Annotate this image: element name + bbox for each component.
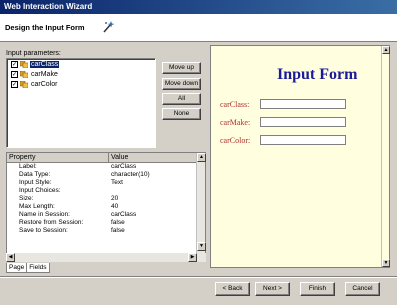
property-name: Size: (19, 195, 34, 202)
parameter-icon (20, 81, 28, 88)
select-none-button[interactable]: None (162, 108, 201, 120)
scroll-right-arrow-icon[interactable]: ▶ (188, 253, 197, 262)
preview-field-row: carMake: (220, 116, 346, 128)
table-row[interactable]: Save to Session: false (7, 227, 205, 235)
property-value[interactable]: carClass (109, 211, 197, 219)
property-value[interactable]: character(10) (109, 171, 197, 179)
property-value[interactable]: false (109, 219, 197, 227)
table-row[interactable]: Input Style: Text (7, 179, 205, 187)
scroll-down-arrow-icon[interactable]: ▼ (197, 242, 206, 251)
tab-fields[interactable]: Fields (27, 263, 50, 273)
table-row[interactable]: Input Choices: (7, 187, 205, 195)
property-name: Label: (19, 163, 37, 170)
window-titlebar: Web Interaction Wizard (0, 0, 397, 14)
preview-field-label: carClass: (220, 99, 250, 109)
parameter-icon (20, 71, 28, 78)
scroll-up-arrow-icon[interactable]: ▲ (197, 153, 206, 162)
scroll-left-arrow-icon[interactable]: ◀ (6, 253, 15, 262)
wizard-header: Design the Input Form (0, 14, 397, 42)
list-item-label: carMake (31, 71, 58, 78)
column-header-property[interactable]: Property (7, 153, 109, 162)
preview-field-label: carMake: (220, 117, 251, 127)
property-value[interactable]: carClass (109, 163, 197, 171)
list-item-label: carColor (31, 81, 58, 88)
property-name: Data Type: (19, 171, 51, 178)
property-grid-horizontal-scrollbar[interactable]: ◀ ▶ (6, 253, 206, 262)
property-value[interactable]: Text (109, 179, 197, 187)
property-name: Max Length: (19, 203, 55, 210)
property-name: Input Style: (19, 179, 52, 186)
preview-field-label: carColor: (220, 135, 251, 145)
property-grid-vertical-scrollbar[interactable]: ▲ ▼ (196, 153, 206, 261)
property-name: Input Choices: (19, 187, 61, 194)
preview-title: Input Form (277, 66, 358, 83)
property-name: Name in Session: (19, 211, 70, 218)
tab-page[interactable]: Page (6, 263, 28, 273)
property-name: Restore from Session: (19, 219, 84, 226)
parameters-list[interactable]: ✓ carClass ✓ carMake ✓ carColor (6, 58, 156, 148)
finish-button[interactable]: Finish (300, 282, 335, 296)
preview-field-input[interactable] (260, 99, 346, 109)
property-grid-header: Property Value (7, 153, 205, 163)
window-title: Web Interaction Wizard (4, 2, 93, 11)
move-down-button[interactable]: Move down (162, 78, 201, 90)
preview-field-row: carColor: (220, 134, 346, 146)
property-value[interactable]: 40 (109, 203, 197, 211)
list-item[interactable]: ✓ carColor (7, 80, 155, 89)
table-row[interactable]: Restore from Session: false (7, 219, 205, 227)
back-button[interactable]: < Back (215, 282, 250, 296)
table-row[interactable]: Label: carClass (7, 163, 205, 171)
table-row[interactable]: Size: 20 (7, 195, 205, 203)
preview-scrollbar[interactable]: ▲ ▼ (381, 46, 390, 267)
bottom-tab-bar: Page Fields (6, 263, 50, 273)
move-up-button[interactable]: Move up (162, 62, 201, 74)
wizard-wand-icon (103, 21, 115, 33)
table-row[interactable]: Max Length: 40 (7, 203, 205, 211)
scroll-down-arrow-icon[interactable]: ▼ (382, 259, 390, 267)
table-row[interactable]: Data Type: character(10) (7, 171, 205, 179)
footer-divider (0, 276, 397, 277)
select-all-button[interactable]: All (162, 93, 201, 105)
preview-field-row: carClass: (220, 98, 346, 110)
property-name: Save to Session: (19, 227, 68, 234)
next-button[interactable]: Next > (255, 282, 290, 296)
table-row[interactable]: Name in Session: carClass (7, 211, 205, 219)
page-title: Design the Input Form (5, 23, 85, 32)
preview-field-input[interactable] (260, 135, 346, 145)
property-grid[interactable]: Property Value Label: carClass Data Type… (6, 152, 206, 262)
list-item-label: carClass (30, 61, 60, 68)
preview-field-input[interactable] (260, 117, 346, 127)
scroll-up-arrow-icon[interactable]: ▲ (382, 46, 390, 54)
property-value[interactable]: false (109, 227, 197, 235)
property-value[interactable]: 20 (109, 195, 197, 203)
checkbox[interactable]: ✓ (11, 61, 18, 68)
form-preview-pane: Input Form carClass: carMake: carColor: … (210, 45, 390, 268)
parameter-icon (20, 61, 28, 68)
property-value[interactable] (109, 187, 197, 195)
column-header-value[interactable]: Value (109, 153, 197, 162)
checkbox[interactable]: ✓ (11, 71, 18, 78)
input-parameters-label: Input parameters: (6, 50, 61, 57)
list-item[interactable]: ✓ carClass (7, 60, 155, 69)
cancel-button[interactable]: Cancel (345, 282, 380, 296)
list-item[interactable]: ✓ carMake (7, 70, 155, 79)
checkbox[interactable]: ✓ (11, 81, 18, 88)
